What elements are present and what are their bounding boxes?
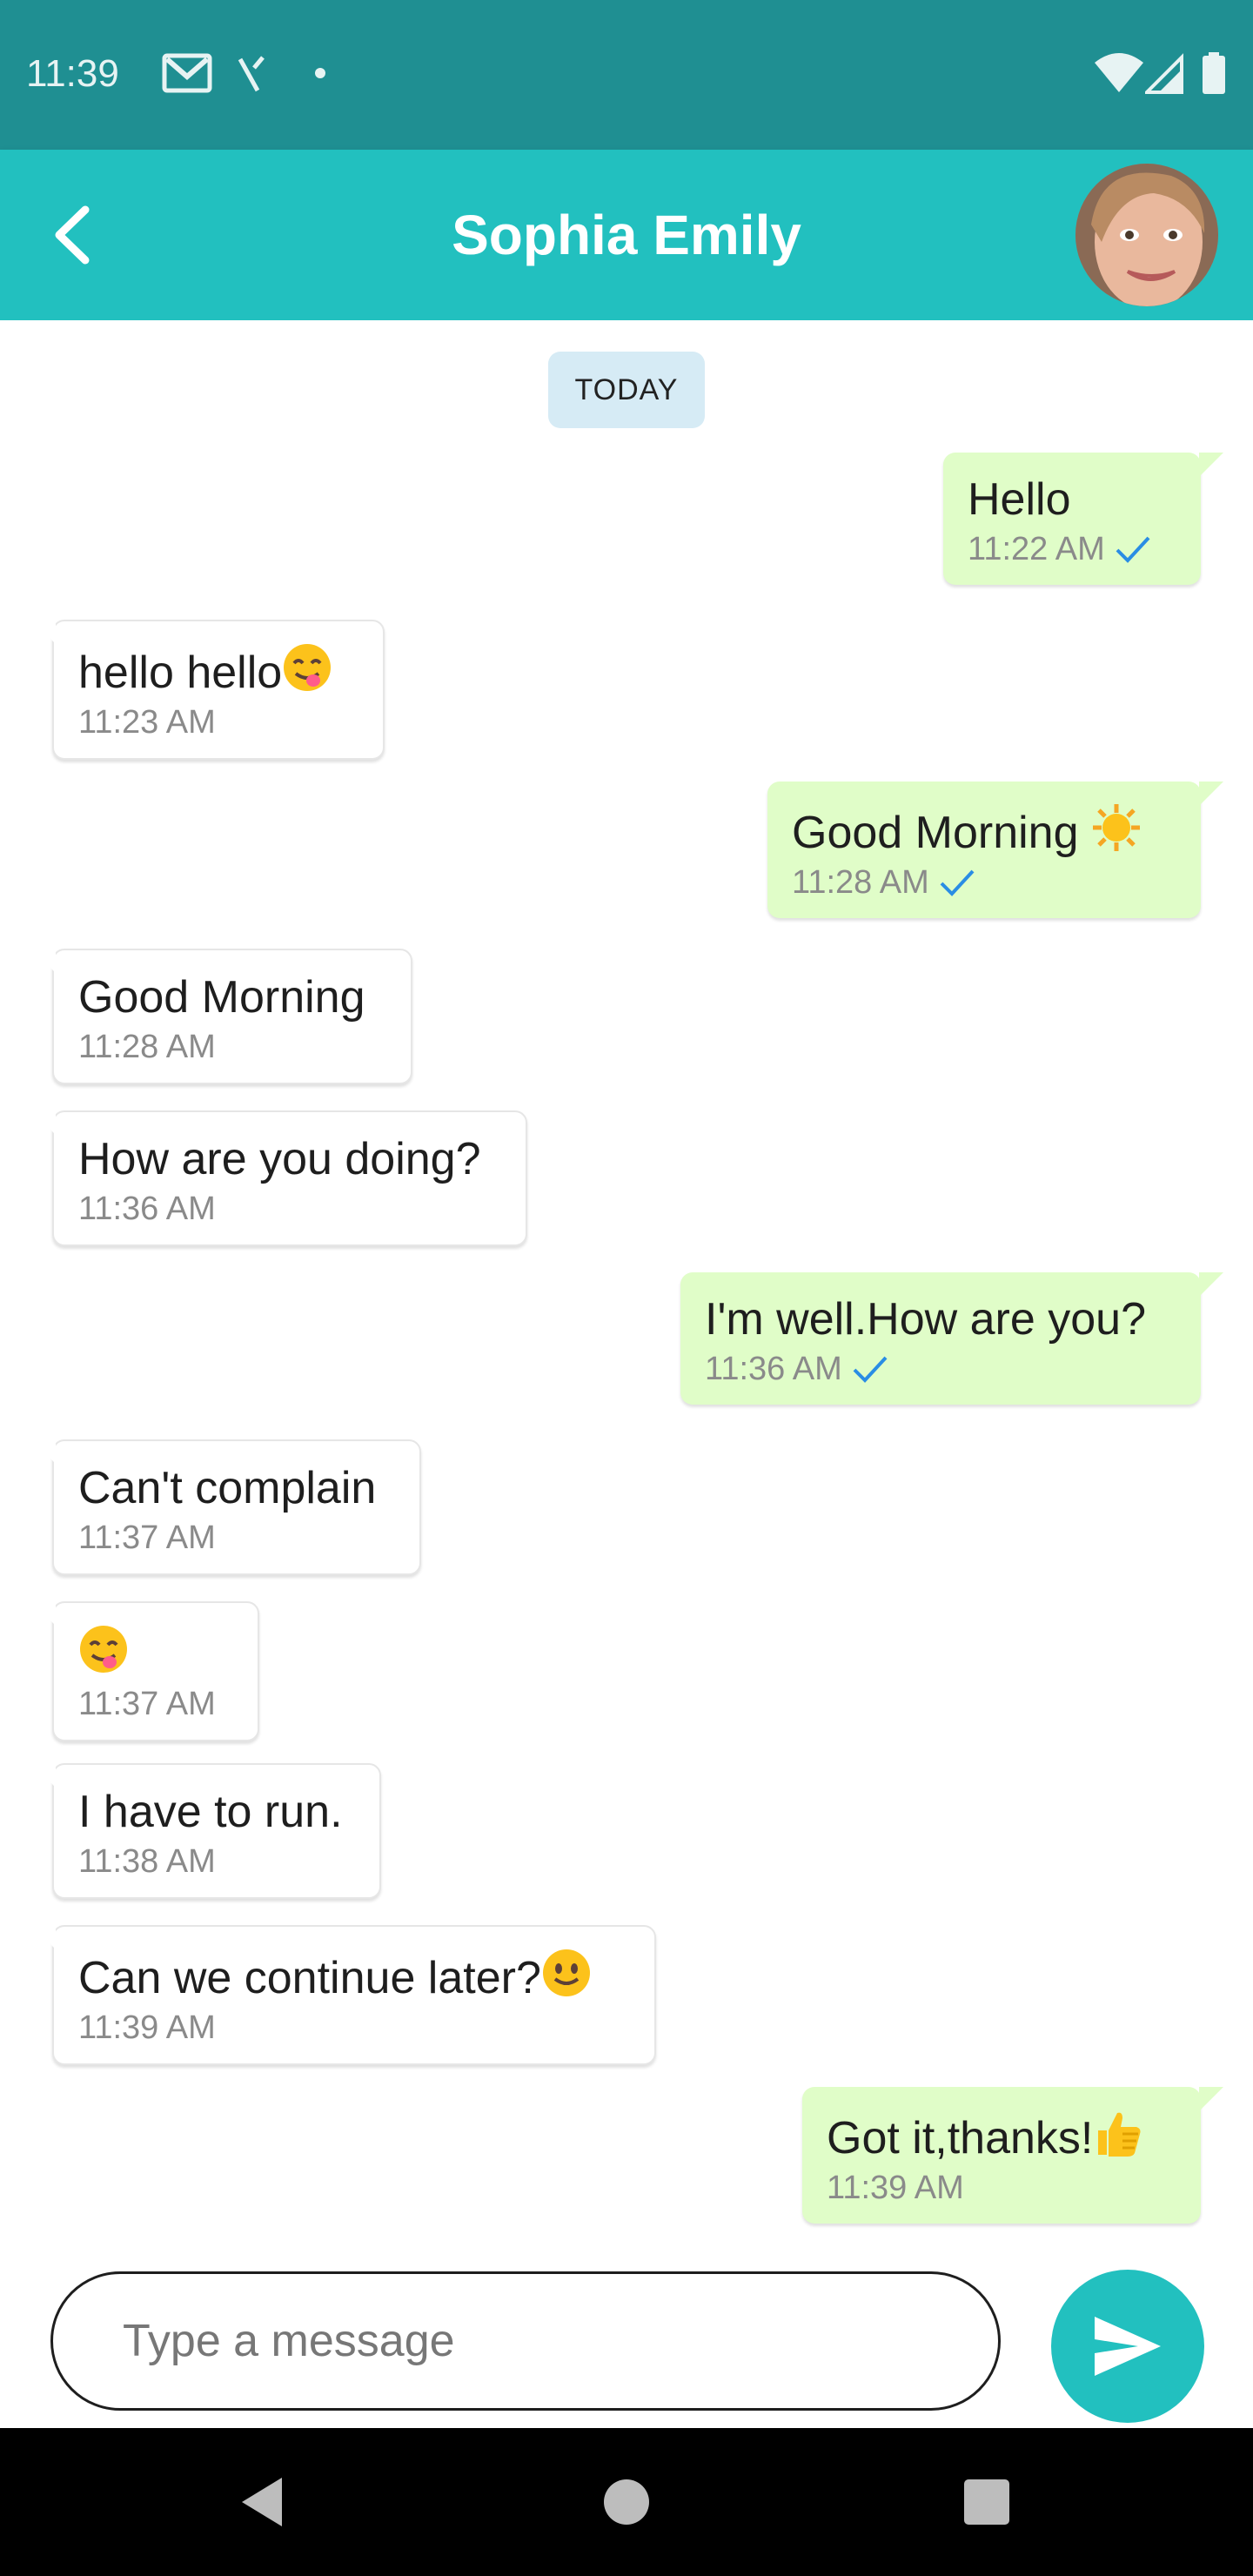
back-triangle-icon bbox=[242, 2478, 282, 2526]
battery-icon bbox=[1203, 52, 1225, 94]
message-text: Hello bbox=[968, 474, 1071, 525]
message-time: 11:36 AM bbox=[78, 1191, 216, 1227]
message-text: I have to run. bbox=[78, 1787, 343, 1837]
message-text: Good Morning bbox=[78, 972, 365, 1023]
message-time: 11:37 AM bbox=[78, 1686, 216, 1722]
nav-home-button[interactable] bbox=[592, 2467, 661, 2537]
incoming-message[interactable]: 11:37 AM bbox=[31, 1601, 259, 1741]
chevron-left-icon bbox=[55, 205, 90, 265]
message-time: 11:39 AM bbox=[78, 2009, 216, 2046]
status-time: 11:39 bbox=[26, 52, 119, 95]
incoming-message[interactable]: Can't complain 11:37 AM bbox=[31, 1439, 421, 1575]
send-button[interactable] bbox=[1051, 2270, 1204, 2423]
incoming-message[interactable]: I have to run. 11:38 AM bbox=[31, 1763, 381, 1899]
date-chip: TODAY bbox=[548, 352, 705, 428]
incoming-message[interactable]: How are you doing? 11:36 AM bbox=[31, 1110, 527, 1246]
nav-recents-button[interactable] bbox=[952, 2467, 1022, 2537]
recents-square-icon bbox=[964, 2479, 1009, 2525]
outgoing-message[interactable]: Got it,thanks! 11:39 AM bbox=[802, 2087, 1223, 2224]
message-text: How are you doing? bbox=[78, 1134, 481, 1184]
message-text: Can we continue later? bbox=[78, 1953, 541, 2003]
message-time: 11:28 AM bbox=[78, 1029, 216, 1065]
read-check-icon bbox=[853, 1356, 888, 1383]
system-nav-bar bbox=[0, 2428, 1253, 2576]
outgoing-message[interactable]: Hello 11:22 AM bbox=[943, 453, 1223, 585]
dot-icon bbox=[315, 68, 325, 78]
message-time: 11:37 AM bbox=[78, 1519, 216, 1556]
message-time: 11:38 AM bbox=[78, 1843, 216, 1880]
sun-emoji-icon bbox=[1092, 804, 1140, 851]
read-check-icon bbox=[940, 869, 975, 896]
cell-signal-icon bbox=[1145, 53, 1183, 94]
yum-emoji-icon bbox=[284, 644, 332, 691]
message-list[interactable]: TODAY Hello 11:22 AM hello hello 11:23 A… bbox=[0, 320, 1253, 2273]
outgoing-message[interactable]: Good Morning 11:28 AM bbox=[767, 782, 1223, 918]
status-bar: 11:39 bbox=[0, 0, 1253, 150]
message-text: Can't complain bbox=[78, 1463, 377, 1513]
message-text: hello hello bbox=[78, 647, 283, 698]
message-text: Good Morning bbox=[792, 808, 1091, 858]
message-time: 11:36 AM bbox=[705, 1351, 842, 1387]
signal-off-icon bbox=[238, 56, 265, 92]
nav-back-button[interactable] bbox=[228, 2467, 298, 2537]
message-text: I'm well.How are you? bbox=[705, 1294, 1146, 1345]
outgoing-message[interactable]: I'm well.How are you? 11:36 AM bbox=[680, 1272, 1223, 1405]
contact-avatar[interactable] bbox=[1075, 164, 1218, 306]
wifi-icon bbox=[1095, 53, 1143, 92]
smile-emoji-icon bbox=[542, 1949, 590, 1996]
back-button[interactable] bbox=[31, 193, 115, 277]
gmail-icon bbox=[162, 53, 212, 93]
yum-emoji-icon bbox=[80, 1626, 127, 1673]
message-time: 11:39 AM bbox=[827, 2170, 964, 2206]
message-input[interactable] bbox=[50, 2271, 1001, 2411]
contact-name: Sophia Emily bbox=[452, 204, 801, 266]
incoming-message[interactable]: Good Morning 11:28 AM bbox=[31, 949, 412, 1084]
message-time: 11:22 AM bbox=[968, 531, 1105, 567]
incoming-message[interactable]: hello hello 11:23 AM bbox=[31, 620, 385, 760]
message-composer bbox=[0, 2245, 1253, 2428]
message-time: 11:23 AM bbox=[78, 704, 216, 741]
send-icon bbox=[1095, 2317, 1161, 2376]
message-text: Got it,thanks! bbox=[827, 2113, 1094, 2163]
thumbs-up-emoji-icon bbox=[1098, 2112, 1141, 2157]
message-time: 11:28 AM bbox=[792, 864, 929, 901]
home-circle-icon bbox=[604, 2479, 649, 2525]
incoming-message[interactable]: Can we continue later? 11:39 AM bbox=[31, 1925, 656, 2065]
avatar-face-icon bbox=[1075, 164, 1218, 306]
chat-header: Sophia Emily bbox=[0, 150, 1253, 320]
read-check-icon bbox=[1116, 536, 1150, 563]
